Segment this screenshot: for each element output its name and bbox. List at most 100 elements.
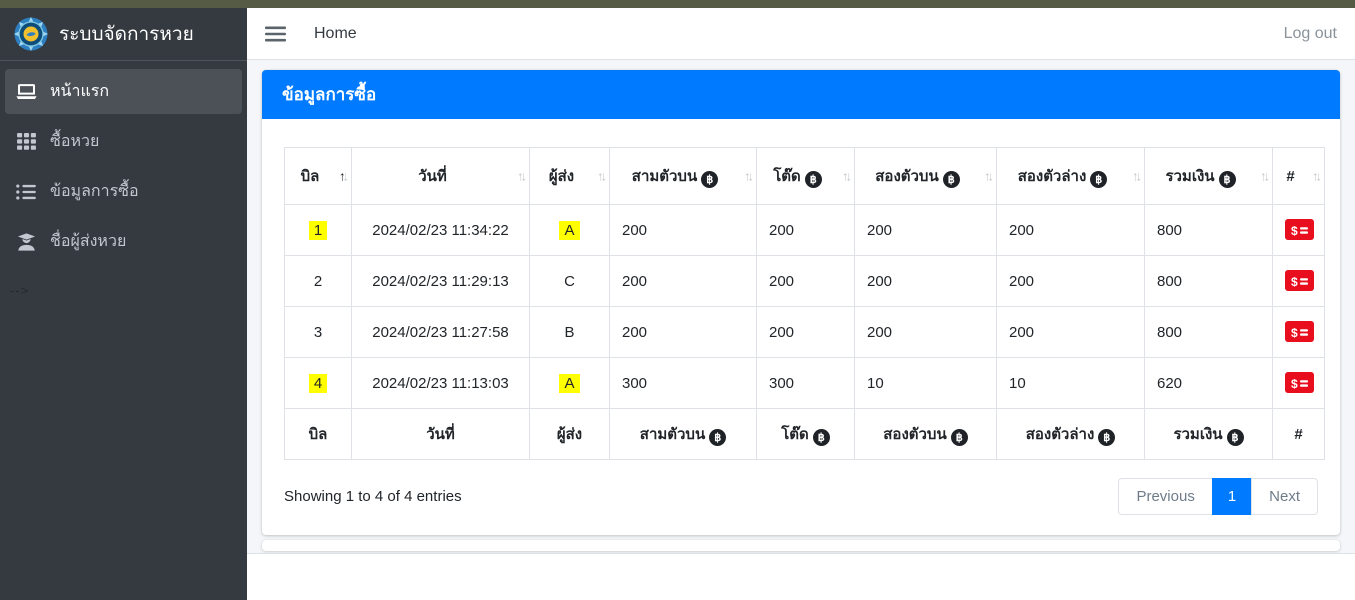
hamburger-menu-icon[interactable]: [265, 26, 286, 42]
sort-icon: ↑↓: [597, 168, 607, 184]
cell-tod: 200: [756, 255, 855, 307]
baht-icon: ฿: [942, 171, 960, 188]
col-label: ผู้ส่ง: [556, 426, 583, 443]
col-header-two_bottom[interactable]: สองตัวล่าง฿ ↑↓: [996, 147, 1145, 205]
col-header-action: #: [1272, 408, 1325, 460]
card-title: ข้อมูลการซื้อ: [262, 70, 1340, 119]
nav-link-home[interactable]: Home: [314, 25, 357, 43]
grid-icon: [15, 132, 37, 152]
cell-tod: 200: [756, 306, 855, 358]
col-header-tod: โต๊ด฿: [756, 408, 855, 460]
highlighted-value: A: [559, 220, 580, 240]
col-header-date[interactable]: วันที่ ↑↓: [351, 147, 530, 205]
main-area: Home Log out ข้อมูลการซื้อ บิล ↑↓ วันที่ ↑↓…: [247, 8, 1355, 600]
sidebar-item-label: หน้าแรก: [50, 83, 110, 100]
sidebar: ระบบจัดการหวย หน้าแรกซื้อหวยข้อมูลการซื้…: [0, 8, 247, 600]
brand[interactable]: ระบบจัดการหวย: [0, 8, 247, 61]
sort-icon: ↑↓: [517, 168, 527, 184]
col-label: รวมเงิน: [1165, 168, 1215, 185]
cell-two_top: 200: [854, 306, 997, 358]
cell-bill: 3: [284, 306, 352, 358]
cell-two_bottom: 200: [996, 204, 1145, 256]
cell-sender: B: [529, 306, 610, 358]
table-body: 1 2024/02/23 11:34:22 A 200 200 200 200 800 $2 20…: [284, 204, 1325, 409]
col-header-action[interactable]: # ↑↓: [1272, 147, 1325, 205]
sort-icon: ↑↓: [1132, 168, 1142, 184]
col-header-sender[interactable]: ผู้ส่ง ↑↓: [529, 147, 610, 205]
money-check-button[interactable]: $: [1285, 321, 1314, 342]
cell-total: 800: [1144, 204, 1273, 256]
cell-two_bottom: 200: [996, 306, 1145, 358]
cell-three_top: 200: [609, 255, 757, 307]
purchase-data-card: ข้อมูลการซื้อ บิล ↑↓ วันที่ ↑↓ ผู้ส่ง ↑↓ สามตั…: [262, 70, 1340, 535]
highlighted-value: 1: [308, 220, 328, 240]
money-check-button[interactable]: $: [1285, 219, 1314, 240]
col-label: ผู้ส่ง: [548, 168, 575, 185]
sort-icon: ↑↓: [744, 168, 754, 184]
top-navbar: Home Log out: [247, 8, 1355, 60]
cell-total: 800: [1144, 306, 1273, 358]
cell-sender: C: [529, 255, 610, 307]
col-header-two_bottom: สองตัวล่าง฿: [996, 408, 1145, 460]
col-label: #: [1286, 167, 1295, 185]
col-label: สองตัวล่าง: [1017, 168, 1087, 185]
cell-sender: A: [529, 357, 610, 409]
money-check-button[interactable]: $: [1285, 372, 1314, 393]
cell-three_top: 200: [609, 306, 757, 358]
cell-tod: 200: [756, 204, 855, 256]
col-header-tod[interactable]: โต๊ด฿ ↑↓: [756, 147, 855, 205]
cell-action: $: [1272, 204, 1325, 256]
table-row: 2 2024/02/23 11:29:13 C 200 200 200 200 800 $: [284, 255, 1325, 307]
cell-bill: 4: [284, 357, 352, 409]
col-label: วันที่: [426, 426, 455, 443]
sidebar-item-0[interactable]: หน้าแรก: [5, 69, 242, 114]
col-header-total: รวมเงิน฿: [1144, 408, 1273, 460]
cell-two_bottom: 10: [996, 357, 1145, 409]
col-header-total[interactable]: รวมเงิน฿ ↑↓: [1144, 147, 1273, 205]
cell-three_top: 200: [609, 204, 757, 256]
baht-icon: ฿: [812, 429, 830, 446]
purchase-table: บิล ↑↓ วันที่ ↑↓ ผู้ส่ง ↑↓ สามตัวบน฿ ↑↓ โต๊ด฿ ↑↓ ส…: [284, 147, 1325, 460]
sidebar-item-3[interactable]: ชื่อผู้ส่งหวย: [5, 219, 242, 264]
money-check-button[interactable]: $: [1285, 270, 1314, 291]
brand-title: ระบบจัดการหวย: [59, 24, 194, 45]
cell-total: 800: [1144, 255, 1273, 307]
col-header-three_top[interactable]: สามตัวบน฿ ↑↓: [609, 147, 757, 205]
pagination-next[interactable]: Next: [1251, 478, 1318, 515]
cell-sender: A: [529, 204, 610, 256]
col-label: สองตัวล่าง: [1025, 426, 1095, 443]
cell-two_top: 200: [854, 255, 997, 307]
col-header-bill[interactable]: บิล ↑↓: [284, 147, 352, 205]
pagination-page-1[interactable]: 1: [1211, 478, 1253, 515]
col-label: #: [1294, 425, 1303, 443]
table-head-row: บิล ↑↓ วันที่ ↑↓ ผู้ส่ง ↑↓ สามตัวบน฿ ↑↓ โต๊ด฿ ↑↓ ส…: [284, 147, 1325, 205]
cell-date: 2024/02/23 11:27:58: [351, 306, 530, 358]
col-label: โต๊ด: [781, 426, 809, 443]
cell-two_bottom: 200: [996, 255, 1145, 307]
sort-icon: ↑↓: [339, 168, 349, 184]
sidebar-item-2[interactable]: ข้อมูลการซื้อ: [5, 169, 242, 214]
col-label: บิล: [300, 168, 320, 185]
sidebar-item-1[interactable]: ซื้อหวย: [5, 119, 242, 164]
highlighted-value: 4: [308, 373, 328, 393]
logout-link[interactable]: Log out: [1284, 25, 1337, 43]
col-header-date: วันที่: [351, 408, 530, 460]
baht-icon: ฿: [709, 429, 727, 446]
entries-info: Showing 1 to 4 of 4 entries: [284, 488, 462, 505]
col-label: โต๊ด: [773, 168, 801, 185]
sidebar-item-label: ซื้อหวย: [50, 133, 100, 150]
sidebar-nav: หน้าแรกซื้อหวยข้อมูลการซื้อชื่อผู้ส่งหวย: [0, 61, 247, 277]
cell-two_top: 200: [854, 204, 997, 256]
cell-two_top: 10: [854, 357, 997, 409]
cell-date: 2024/02/23 11:29:13: [351, 255, 530, 307]
col-label: รวมเงิน: [1173, 426, 1223, 443]
main-footer: [247, 553, 1355, 600]
svg-text:$: $: [1291, 224, 1298, 237]
cell-date: 2024/02/23 11:13:03: [351, 357, 530, 409]
col-header-two_top[interactable]: สองตัวบน฿ ↑↓: [854, 147, 997, 205]
table-row: 3 2024/02/23 11:27:58 B 200 200 200 200 800 $: [284, 306, 1325, 358]
sidebar-item-label: ชื่อผู้ส่งหวย: [50, 233, 127, 250]
table-bottom-bar: Showing 1 to 4 of 4 entries Previous 1 N…: [284, 478, 1318, 515]
cell-action: $: [1272, 357, 1325, 409]
pagination-previous[interactable]: Previous: [1118, 478, 1213, 515]
